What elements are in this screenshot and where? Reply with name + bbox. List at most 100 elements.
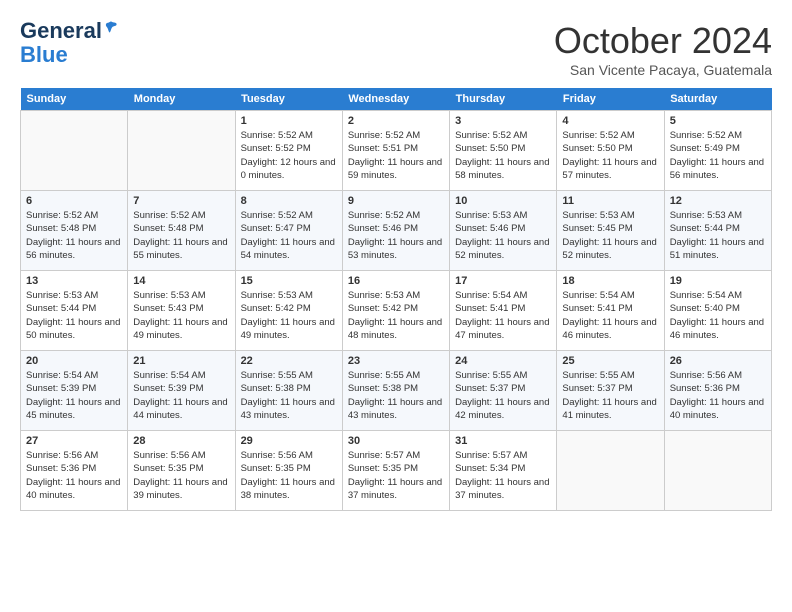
day-info: Sunrise: 5:55 AMSunset: 5:38 PMDaylight:…: [348, 369, 444, 422]
day-info: Sunrise: 5:52 AMSunset: 5:46 PMDaylight:…: [348, 209, 444, 262]
day-number: 21: [133, 355, 229, 367]
day-info: Sunrise: 5:52 AMSunset: 5:52 PMDaylight:…: [241, 129, 337, 182]
calendar-cell: 29 Sunrise: 5:56 AMSunset: 5:35 PMDayligh…: [235, 431, 342, 511]
logo: General Blue: [20, 20, 118, 68]
week-row-2: 6Sunrise: 5:52 AMSunset: 5:48 PMDaylight…: [21, 191, 772, 271]
day-number: 10: [455, 195, 551, 207]
day-number: 14: [133, 275, 229, 287]
day-info: Sunrise: 5:53 AMSunset: 5:46 PMDaylight:…: [455, 209, 551, 262]
calendar-cell: 2 Sunrise: 5:52 AMSunset: 5:51 PMDaylight…: [342, 111, 449, 191]
calendar-cell: 13 Sunrise: 5:53 AMSunset: 5:44 PMDayligh…: [21, 271, 128, 351]
day-number: 30: [348, 435, 444, 447]
month-title: October 2024: [554, 20, 772, 62]
day-number: 18: [562, 275, 658, 287]
day-info: Sunrise: 5:56 AMSunset: 5:36 PMDaylight:…: [670, 369, 766, 422]
logo-text: General: [20, 20, 118, 42]
day-number: 31: [455, 435, 551, 447]
day-number: 29: [241, 435, 337, 447]
calendar-cell: 7 Sunrise: 5:52 AMSunset: 5:48 PMDaylight…: [128, 191, 235, 271]
calendar-cell: 17Sunrise: 5:54 AMSunset: 5:41 PMDayligh…: [450, 271, 557, 351]
day-number: 16: [348, 275, 444, 287]
logo-blue: Blue: [20, 42, 68, 68]
day-number: 2: [348, 115, 444, 127]
day-info: Sunrise: 5:53 AMSunset: 5:45 PMDaylight:…: [562, 209, 658, 262]
day-number: 27: [26, 435, 122, 447]
title-block: October 2024 San Vicente Pacaya, Guatema…: [554, 20, 772, 78]
calendar-cell: 23Sunrise: 5:55 AMSunset: 5:38 PMDayligh…: [342, 351, 449, 431]
day-info: Sunrise: 5:54 AMSunset: 5:39 PMDaylight:…: [133, 369, 229, 422]
calendar-cell: 31 Sunrise: 5:57 AMSunset: 5:34 PMDayligh…: [450, 431, 557, 511]
calendar-cell: [21, 111, 128, 191]
day-number: 5: [670, 115, 766, 127]
calendar-cell: 30 Sunrise: 5:57 AMSunset: 5:35 PMDayligh…: [342, 431, 449, 511]
day-number: 26: [670, 355, 766, 367]
calendar-cell: 12 Sunrise: 5:53 AMSunset: 5:44 PMDayligh…: [664, 191, 771, 271]
weekday-header-thursday: Thursday: [450, 88, 557, 111]
calendar-cell: 18 Sunrise: 5:54 AMSunset: 5:41 PMDayligh…: [557, 271, 664, 351]
week-row-1: 1 Sunrise: 5:52 AMSunset: 5:52 PMDaylight…: [21, 111, 772, 191]
weekday-header-wednesday: Wednesday: [342, 88, 449, 111]
day-info: Sunrise: 5:54 AMSunset: 5:39 PMDaylight:…: [26, 369, 122, 422]
day-info: Sunrise: 5:57 AMSunset: 5:35 PMDaylight:…: [348, 449, 444, 502]
day-number: 28: [133, 435, 229, 447]
day-info: Sunrise: 5:52 AMSunset: 5:50 PMDaylight:…: [455, 129, 551, 182]
day-info: Sunrise: 5:53 AMSunset: 5:44 PMDaylight:…: [26, 289, 122, 342]
day-number: 11: [562, 195, 658, 207]
weekday-header-tuesday: Tuesday: [235, 88, 342, 111]
weekday-header-saturday: Saturday: [664, 88, 771, 111]
day-number: 9: [348, 195, 444, 207]
calendar-cell: 25 Sunrise: 5:55 AMSunset: 5:37 PMDayligh…: [557, 351, 664, 431]
day-info: Sunrise: 5:53 AMSunset: 5:42 PMDaylight:…: [241, 289, 337, 342]
day-info: Sunrise: 5:52 AMSunset: 5:48 PMDaylight:…: [133, 209, 229, 262]
day-number: 19: [670, 275, 766, 287]
calendar-cell: 28Sunrise: 5:56 AMSunset: 5:35 PMDayligh…: [128, 431, 235, 511]
calendar-cell: 20 Sunrise: 5:54 AMSunset: 5:39 PMDayligh…: [21, 351, 128, 431]
day-number: 17: [455, 275, 551, 287]
day-info: Sunrise: 5:55 AMSunset: 5:38 PMDaylight:…: [241, 369, 337, 422]
day-number: 3: [455, 115, 551, 127]
day-number: 1: [241, 115, 337, 127]
calendar-cell: 11 Sunrise: 5:53 AMSunset: 5:45 PMDayligh…: [557, 191, 664, 271]
week-row-4: 20 Sunrise: 5:54 AMSunset: 5:39 PMDayligh…: [21, 351, 772, 431]
week-row-3: 13 Sunrise: 5:53 AMSunset: 5:44 PMDayligh…: [21, 271, 772, 351]
calendar-cell: 5 Sunrise: 5:52 AMSunset: 5:49 PMDaylight…: [664, 111, 771, 191]
day-info: Sunrise: 5:56 AMSunset: 5:36 PMDaylight:…: [26, 449, 122, 502]
day-info: Sunrise: 5:53 AMSunset: 5:44 PMDaylight:…: [670, 209, 766, 262]
calendar-table: SundayMondayTuesdayWednesdayThursdayFrid…: [20, 88, 772, 511]
calendar-cell: 26 Sunrise: 5:56 AMSunset: 5:36 PMDayligh…: [664, 351, 771, 431]
calendar-cell: 16 Sunrise: 5:53 AMSunset: 5:42 PMDayligh…: [342, 271, 449, 351]
weekday-header-sunday: Sunday: [21, 88, 128, 111]
day-number: 22: [241, 355, 337, 367]
day-number: 7: [133, 195, 229, 207]
week-row-5: 27 Sunrise: 5:56 AMSunset: 5:36 PMDayligh…: [21, 431, 772, 511]
day-number: 25: [562, 355, 658, 367]
day-number: 4: [562, 115, 658, 127]
calendar-cell: 19Sunrise: 5:54 AMSunset: 5:40 PMDayligh…: [664, 271, 771, 351]
day-info: Sunrise: 5:55 AMSunset: 5:37 PMDaylight:…: [562, 369, 658, 422]
day-number: 20: [26, 355, 122, 367]
page: General Blue October 2024 San Vicente Pa…: [0, 0, 792, 521]
calendar-cell: 3 Sunrise: 5:52 AMSunset: 5:50 PMDaylight…: [450, 111, 557, 191]
logo-bird-icon: [104, 20, 118, 34]
day-number: 15: [241, 275, 337, 287]
day-info: Sunrise: 5:53 AMSunset: 5:43 PMDaylight:…: [133, 289, 229, 342]
day-info: Sunrise: 5:52 AMSunset: 5:48 PMDaylight:…: [26, 209, 122, 262]
calendar-cell: 8Sunrise: 5:52 AMSunset: 5:47 PMDaylight…: [235, 191, 342, 271]
day-info: Sunrise: 5:54 AMSunset: 5:41 PMDaylight:…: [562, 289, 658, 342]
calendar-cell: 10 Sunrise: 5:53 AMSunset: 5:46 PMDayligh…: [450, 191, 557, 271]
day-info: Sunrise: 5:52 AMSunset: 5:47 PMDaylight:…: [241, 209, 337, 262]
day-number: 24: [455, 355, 551, 367]
calendar-cell: 22 Sunrise: 5:55 AMSunset: 5:38 PMDayligh…: [235, 351, 342, 431]
day-info: Sunrise: 5:57 AMSunset: 5:34 PMDaylight:…: [455, 449, 551, 502]
weekday-header-monday: Monday: [128, 88, 235, 111]
day-info: Sunrise: 5:56 AMSunset: 5:35 PMDaylight:…: [241, 449, 337, 502]
calendar-cell: [557, 431, 664, 511]
day-info: Sunrise: 5:52 AMSunset: 5:49 PMDaylight:…: [670, 129, 766, 182]
calendar-cell: 15 Sunrise: 5:53 AMSunset: 5:42 PMDayligh…: [235, 271, 342, 351]
day-info: Sunrise: 5:52 AMSunset: 5:51 PMDaylight:…: [348, 129, 444, 182]
day-number: 12: [670, 195, 766, 207]
day-info: Sunrise: 5:53 AMSunset: 5:42 PMDaylight:…: [348, 289, 444, 342]
day-number: 13: [26, 275, 122, 287]
calendar-cell: [128, 111, 235, 191]
calendar-cell: 9 Sunrise: 5:52 AMSunset: 5:46 PMDaylight…: [342, 191, 449, 271]
